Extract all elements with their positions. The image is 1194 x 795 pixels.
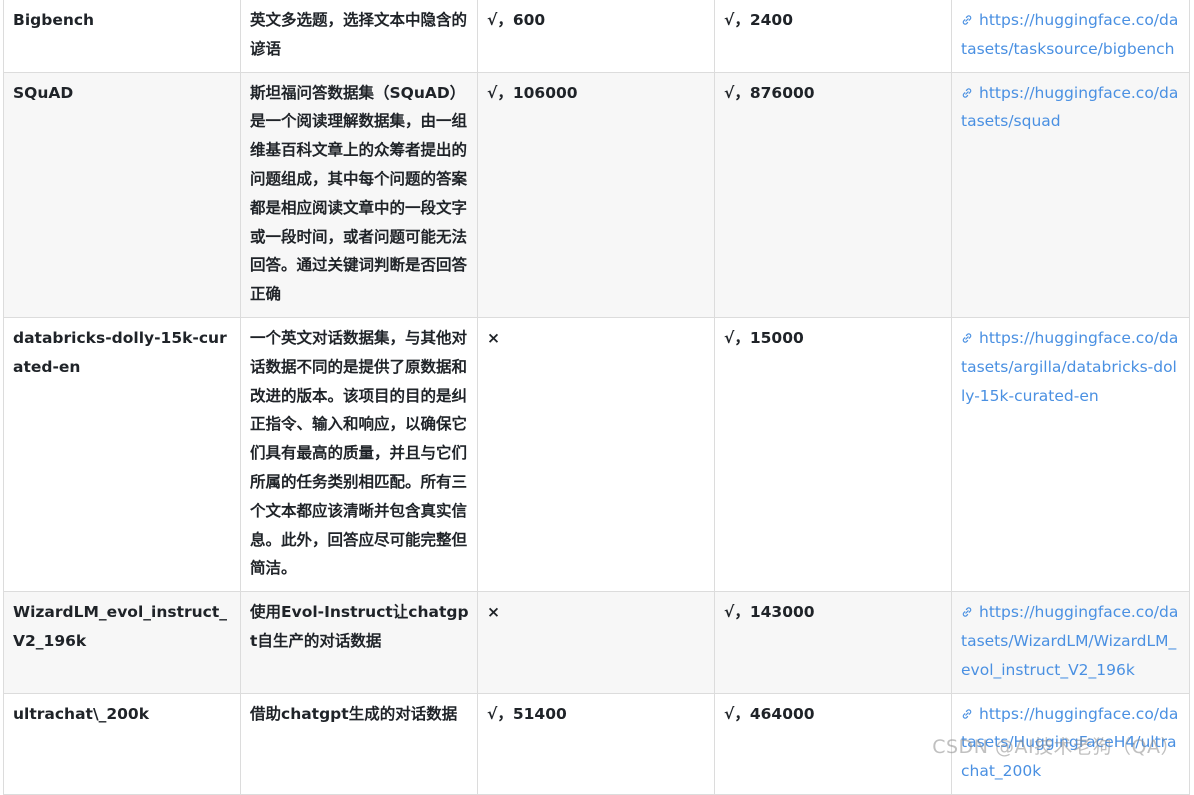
dataset-link-cell: https://huggingface.co/datasets/HuggingF… xyxy=(951,692,1190,795)
eval-set-info: √，106000 xyxy=(477,71,715,318)
table-row: ultrachat\_200k 借助chatgpt生成的对话数据 √，51400… xyxy=(3,692,1190,795)
train-set-info: √，2400 xyxy=(714,0,952,73)
link-icon xyxy=(962,15,972,25)
train-set-info: √，876000 xyxy=(714,71,952,318)
link-icon xyxy=(962,708,972,719)
dataset-description: 英文多选题，选择文本中隐含的谚语 xyxy=(240,0,478,73)
dataset-link[interactable]: https://huggingface.co/datasets/HuggingF… xyxy=(961,705,1178,781)
dataset-name: SQuAD xyxy=(3,71,241,318)
eval-set-info: √，600 xyxy=(477,0,715,73)
dataset-description: 一个英文对话数据集，与其他对话数据不同的是提供了原数据和改进的版本。该项目的目的… xyxy=(240,316,478,593)
dataset-name: Bigbench xyxy=(3,0,241,73)
table-body: Bigbench 英文多选题，选择文本中隐含的谚语 √，600 √，2400 h… xyxy=(3,0,1190,795)
dataset-link[interactable]: https://huggingface.co/datasets/WizardLM… xyxy=(961,603,1178,679)
dataset-link[interactable]: https://huggingface.co/datasets/argilla/… xyxy=(961,329,1178,405)
dataset-description: 借助chatgpt生成的对话数据 xyxy=(240,692,478,795)
link-icon xyxy=(962,87,972,98)
table-row: Bigbench 英文多选题，选择文本中隐含的谚语 √，600 √，2400 h… xyxy=(3,0,1190,73)
eval-set-info: × xyxy=(477,591,715,694)
link-icon xyxy=(962,333,972,343)
dataset-link[interactable]: https://huggingface.co/datasets/squad xyxy=(961,84,1178,131)
eval-set-info: × xyxy=(477,316,715,593)
train-set-info: √，143000 xyxy=(714,591,952,694)
link-icon xyxy=(962,607,972,617)
eval-set-info: √，51400 xyxy=(477,692,715,795)
dataset-name: WizardLM_evol_instruct_V2_196k xyxy=(3,591,241,694)
table-row: SQuAD 斯坦福问答数据集（SQuAD）是一个阅读理解数据集，由一组维基百科文… xyxy=(3,71,1190,318)
dataset-name: databricks-dolly-15k-curated-en xyxy=(3,316,241,593)
dataset-link-cell: https://huggingface.co/datasets/WizardLM… xyxy=(951,591,1190,694)
dataset-description: 使用Evol-Instruct让chatgpt自生产的对话数据 xyxy=(240,591,478,694)
dataset-link[interactable]: https://huggingface.co/datasets/tasksour… xyxy=(961,11,1178,58)
datasets-table: Bigbench 英文多选题，选择文本中隐含的谚语 √，600 √，2400 h… xyxy=(3,0,1190,795)
dataset-link-cell: https://huggingface.co/datasets/tasksour… xyxy=(951,0,1190,73)
dataset-link-cell: https://huggingface.co/datasets/squad xyxy=(951,71,1190,318)
train-set-info: √，464000 xyxy=(714,692,952,795)
dataset-name: ultrachat\_200k xyxy=(3,692,241,795)
dataset-description: 斯坦福问答数据集（SQuAD）是一个阅读理解数据集，由一组维基百科文章上的众筹者… xyxy=(240,71,478,318)
train-set-info: √，15000 xyxy=(714,316,952,593)
table-row: databricks-dolly-15k-curated-en 一个英文对话数据… xyxy=(3,316,1190,593)
table-row: WizardLM_evol_instruct_V2_196k 使用Evol-In… xyxy=(3,591,1190,694)
dataset-link-cell: https://huggingface.co/datasets/argilla/… xyxy=(951,316,1190,593)
